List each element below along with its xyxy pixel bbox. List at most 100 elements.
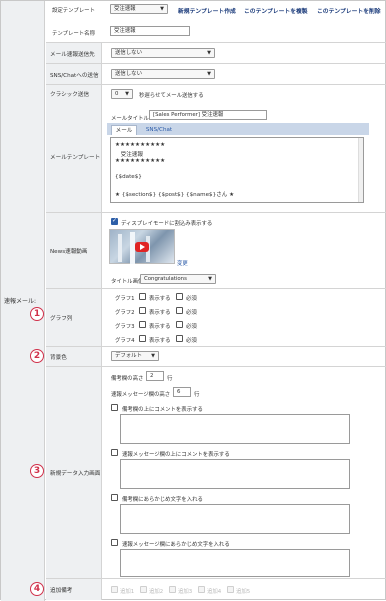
extra-remarks-item: 追加1 <box>120 589 135 595</box>
graph2-show-checkbox[interactable] <box>139 307 146 314</box>
mail-title-input[interactable]: [Sales Performer] 受注速報 <box>149 110 267 120</box>
remarks-comment-label: 備考欄の上にコメントを表示する <box>122 407 203 413</box>
mail-template-label: メールテンプレート <box>50 155 101 161</box>
remarks-prefill-checkbox[interactable] <box>111 494 118 501</box>
graph1-required-checkbox[interactable] <box>176 293 183 300</box>
new-data-label-cell: 新規データ入力画面 <box>46 367 102 578</box>
remarks-comment-checkbox[interactable] <box>111 404 118 411</box>
template-name-input[interactable]: 受注速報 <box>110 26 190 36</box>
msg-prefill-textarea[interactable] <box>120 549 350 577</box>
classic-label: クラシック送信 <box>50 92 90 98</box>
mail-body-line: ★★★★★★★★★★ <box>115 158 166 164</box>
template-select[interactable]: 受注速報 ▼ <box>110 4 168 14</box>
bg-color-row: 背景色 <box>46 347 386 367</box>
extra-remarks-checkbox[interactable] <box>111 586 118 593</box>
graph3-required-checkbox[interactable] <box>176 321 183 328</box>
remarks-height-unit: 行 <box>167 376 173 382</box>
title-image-label: タイトル画像 <box>111 279 144 285</box>
badge-3: 3 <box>30 464 44 478</box>
new-template-link[interactable]: 新規テンプレート作成 <box>178 6 236 15</box>
classic-delay-value: 0 <box>115 91 119 97</box>
graph-list-row: グラフ列 <box>46 289 386 347</box>
template-name-label: テンプレート名称 <box>52 31 95 37</box>
chevron-down-icon: ▼ <box>208 276 212 282</box>
msg-height-input[interactable]: 6 <box>173 387 191 397</box>
mail-body-line: ★ {$section$} {$post$} {$name$}さん ★ <box>115 192 235 198</box>
change-video-link[interactable]: 変更 <box>177 259 188 267</box>
graph-row-name: グラフ1 <box>115 296 135 302</box>
display-mode-label: ディスプレイモードに割込み表示する <box>121 221 213 227</box>
graph-list-label-cell: グラフ列 <box>46 289 102 346</box>
play-icon <box>135 242 149 252</box>
msg-comment-textarea[interactable] <box>120 459 350 489</box>
mail-body-scrollbar[interactable] <box>358 138 363 202</box>
title-image-value: Congratulations <box>144 276 187 282</box>
template-label: 設定テンプレート <box>52 8 95 14</box>
msg-comment-checkbox[interactable] <box>111 449 118 456</box>
badge-1: 1 <box>30 307 44 321</box>
extra-remarks-checkbox[interactable] <box>227 586 234 593</box>
mail-to-select[interactable]: 送信しない ▼ <box>111 48 215 58</box>
mail-template-tabs: メール SNS/Chat <box>107 123 369 135</box>
tab-mail[interactable]: メール <box>111 125 137 135</box>
title-image-select[interactable]: Congratulations ▼ <box>140 274 216 284</box>
classic-label-cell: クラシック送信 <box>46 85 102 105</box>
graph3-show-checkbox[interactable] <box>139 321 146 328</box>
remarks-height-input[interactable]: 2 <box>146 371 164 381</box>
graph2-required-checkbox[interactable] <box>176 307 183 314</box>
mail-to-row: メール速報送信先 送信しない ▼ <box>46 43 386 64</box>
graph-show-label: 表示する <box>149 296 171 302</box>
classic-row: クラシック送信 0 ▼ 秒遅らせてメール送信する <box>46 85 386 105</box>
classic-delay-select[interactable]: 0 ▼ <box>111 89 133 99</box>
section-label: 速報メール: <box>4 298 37 305</box>
delete-template-link[interactable]: このテンプレートを削除 <box>317 6 381 15</box>
extra-remarks-item: 追加3 <box>178 589 193 595</box>
sns-row: SNS/Chatへの送信 送信しない ▼ <box>46 64 386 85</box>
graph-required-label: 必須 <box>186 338 197 344</box>
remarks-comment-textarea[interactable] <box>120 414 350 444</box>
msg-prefill-checkbox[interactable] <box>111 539 118 546</box>
tab-sns-chat[interactable]: SNS/Chat <box>141 125 177 135</box>
settings-panel: 速報メール: 設定テンプレート 受注速報 ▼ 新規テンプレート作成 このテンプレー… <box>0 0 386 601</box>
chevron-down-icon: ▼ <box>160 6 164 12</box>
bg-color-value: デフォルト <box>115 353 142 359</box>
graph4-show-checkbox[interactable] <box>139 335 146 342</box>
graph-row-name: グラフ2 <box>115 310 135 316</box>
news-video-thumbnail[interactable] <box>109 229 175 264</box>
extra-remarks-item: 追加4 <box>207 589 222 595</box>
remarks-prefill-label: 備考欄にあらかじめ文字を入れる <box>122 497 203 503</box>
sns-select[interactable]: 送信しない ▼ <box>111 69 215 79</box>
graph4-required-checkbox[interactable] <box>176 335 183 342</box>
graph-show-label: 表示する <box>149 310 171 316</box>
graph-show-label: 表示する <box>149 338 171 344</box>
extra-remarks-checkbox[interactable] <box>198 586 205 593</box>
copy-template-link[interactable]: このテンプレートを複製 <box>244 6 308 15</box>
extra-remarks-label-cell: 追加備考 <box>46 579 102 600</box>
graph1-show-checkbox[interactable] <box>139 293 146 300</box>
bg-color-select[interactable]: デフォルト ▼ <box>111 351 159 361</box>
extra-remarks-checkbox[interactable] <box>169 586 176 593</box>
remarks-prefill-textarea[interactable] <box>120 504 350 534</box>
extra-remarks-item: 追加5 <box>236 589 251 595</box>
graph-required-label: 必須 <box>186 296 197 302</box>
mail-to-label: メール速報送信先 <box>50 52 95 58</box>
news-video-row: News速報動画 <box>46 213 386 289</box>
sns-label: SNS/Chatへの送信 <box>50 73 99 79</box>
news-video-label-cell: News速報動画 <box>46 213 102 288</box>
display-mode-checkbox[interactable] <box>111 217 118 225</box>
mail-body-textarea[interactable]: ★★★★★★★★★★ 受注速報 ★★★★★★★★★★ {$date$} ★ {$… <box>110 137 364 203</box>
bg-color-label-cell: 背景色 <box>46 347 102 366</box>
chevron-down-icon: ▼ <box>207 50 211 56</box>
extra-remarks-item: 追加2 <box>149 589 164 595</box>
msg-prefill-label: 速報メッセージ欄にあらかじめ文字を入れる <box>122 542 230 548</box>
section-label-cell: 速報メール: <box>1 1 45 601</box>
bg-color-label: 背景色 <box>50 355 67 361</box>
badge-4: 4 <box>30 582 44 596</box>
sns-value: 送信しない <box>115 71 142 77</box>
mail-template-label-cell: メールテンプレート <box>46 105 102 212</box>
mail-body-line: {$date$} <box>115 174 142 180</box>
graph-required-label: 必須 <box>186 324 197 330</box>
chevron-down-icon: ▼ <box>151 353 155 359</box>
extra-remarks-checkbox[interactable] <box>140 586 147 593</box>
chevron-down-icon: ▼ <box>207 71 211 77</box>
